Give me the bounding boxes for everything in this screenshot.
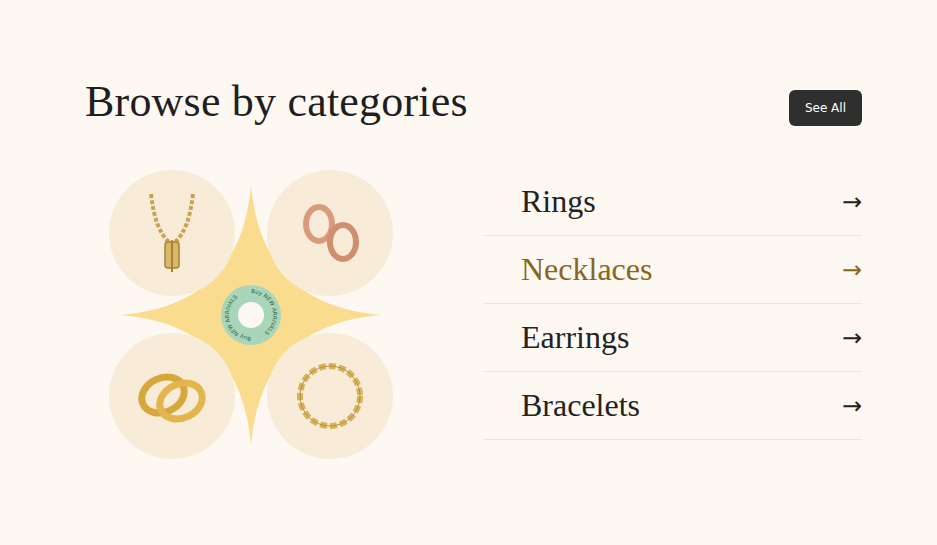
arrow-icon[interactable]: → — [842, 258, 862, 282]
arrow-icon[interactable]: → — [842, 394, 862, 418]
new-arrivals-badge[interactable]: Buy NEW ARRIVALS Buy NEW ARRIVALS — [220, 284, 282, 346]
category-row[interactable]: Rings → — [483, 168, 862, 236]
see-all-button[interactable]: See All — [789, 90, 862, 126]
illustration: Buy NEW ARRIVALS Buy NEW ARRIVALS — [109, 170, 393, 459]
category-label: Necklaces — [521, 251, 652, 288]
category-row[interactable]: Necklaces → — [483, 236, 862, 304]
category-label: Rings — [521, 183, 596, 220]
badge-text: Buy NEW ARRIVALS — [251, 288, 278, 337]
earrings-icon — [287, 190, 373, 276]
category-row[interactable]: Earrings → — [483, 304, 862, 372]
bracelet-tile[interactable] — [267, 333, 393, 459]
arrow-icon[interactable]: → — [842, 326, 862, 350]
rings-icon — [129, 353, 215, 439]
content: Buy NEW ARRIVALS Buy NEW ARRIVALS Rings →… — [85, 170, 862, 459]
page: Browse by categories See All — [0, 0, 937, 459]
necklace-tile[interactable] — [109, 170, 235, 296]
arrow-icon[interactable]: → — [842, 190, 862, 214]
rings-tile[interactable] — [109, 333, 235, 459]
badge-text: Buy NEW ARRIVALS — [224, 294, 251, 343]
header: Browse by categories See All — [85, 78, 862, 126]
category-list: Rings → Necklaces → Earrings → Bracelets → — [483, 168, 862, 459]
svg-text:Buy NEW ARRIVALS: Buy NEW ARRIVALS — [224, 294, 251, 343]
category-label: Earrings — [521, 319, 629, 356]
category-label: Bracelets — [521, 387, 640, 424]
svg-text:Buy NEW ARRIVALS: Buy NEW ARRIVALS — [251, 288, 278, 337]
category-row[interactable]: Bracelets → — [483, 372, 862, 440]
necklace-icon — [129, 190, 215, 276]
page-title: Browse by categories — [85, 78, 468, 126]
bracelet-icon — [287, 353, 373, 439]
earrings-tile[interactable] — [267, 170, 393, 296]
